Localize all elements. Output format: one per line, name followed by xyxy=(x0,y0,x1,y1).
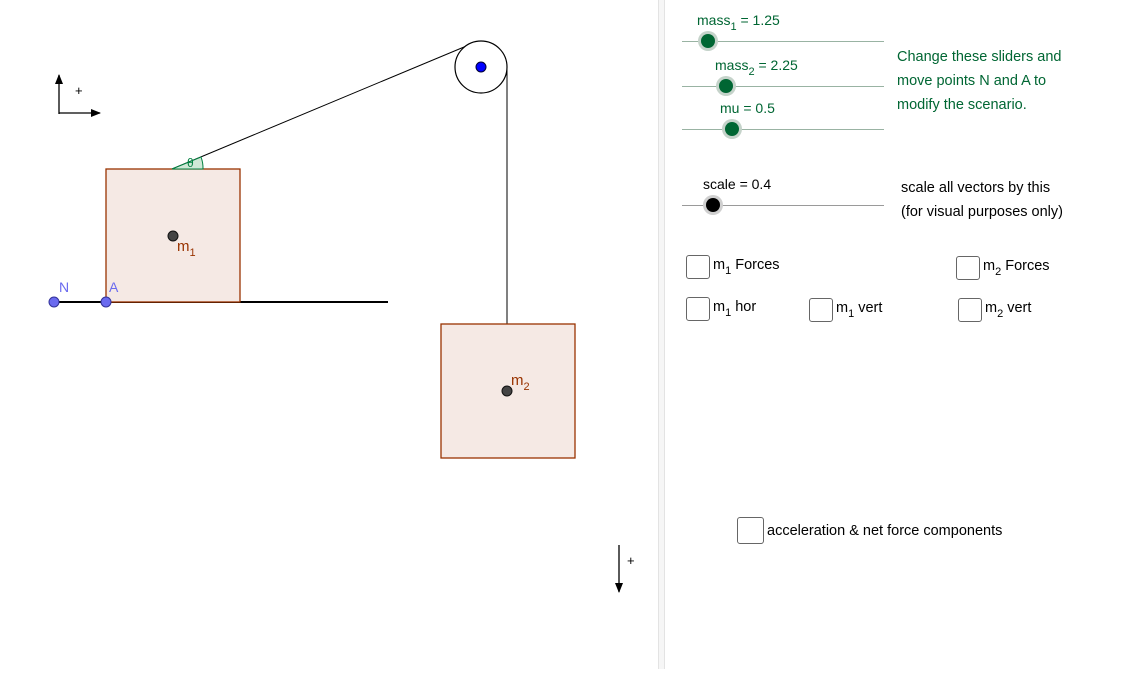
m1-forces-checkbox[interactable]: m1 Forces xyxy=(686,255,780,279)
mass1-slider-label: mass1 = 1.25 xyxy=(697,12,780,33)
m2-forces-checkbox[interactable]: m2 Forces xyxy=(956,256,1050,280)
m2-vert-checkbox-box[interactable] xyxy=(958,298,982,322)
mass2-slider-track[interactable] xyxy=(682,86,884,87)
m1-hor-checkbox-box[interactable] xyxy=(686,297,710,321)
scale-note-text: scale all vectors by this (for visual pu… xyxy=(901,180,1063,220)
m1-hor-checkbox-label: m1 hor xyxy=(713,299,757,319)
mu-slider-track[interactable] xyxy=(682,129,884,130)
m1-vert-checkbox-box[interactable] xyxy=(809,298,833,322)
rope-horizontal xyxy=(171,41,477,170)
m1-vert-checkbox-label: m1 vert xyxy=(836,300,883,320)
m2-forces-checkbox-box[interactable] xyxy=(956,256,980,280)
mass2-slider-knob[interactable] xyxy=(719,79,733,93)
mass2-slider-label: mass2 = 2.25 xyxy=(715,57,798,78)
point-n[interactable] xyxy=(48,296,60,308)
vertical-axis-indicator: + xyxy=(615,545,635,593)
scale-slider-knob[interactable] xyxy=(706,198,720,212)
m2-forces-checkbox-label: m2 Forces xyxy=(983,258,1050,278)
axis-indicator: + xyxy=(55,74,101,117)
m1-forces-checkbox-box[interactable] xyxy=(686,255,710,279)
mu-slider-knob[interactable] xyxy=(725,122,739,136)
m1-vert-checkbox[interactable]: m1 vert xyxy=(809,298,882,322)
acceleration-checkbox-label: acceleration & net force components xyxy=(767,522,1003,539)
m1-forces-checkbox-label: m1 Forces xyxy=(713,257,780,277)
mu-slider-label: mu = 0.5 xyxy=(720,100,775,116)
graphics-view[interactable]: + θ m1 m2 N A + xyxy=(0,0,658,669)
axis-plus-label: + xyxy=(75,83,83,98)
pulley-center-point[interactable] xyxy=(475,61,487,73)
m2-vert-checkbox-label: m2 vert xyxy=(985,300,1032,320)
point-a-label: A xyxy=(109,279,119,295)
angle-theta-label: θ xyxy=(187,156,194,170)
mass1-slider-knob[interactable] xyxy=(701,34,715,48)
point-a[interactable] xyxy=(100,296,112,308)
graphics-canvas[interactable]: + θ m1 m2 N A + xyxy=(0,0,658,669)
m1-hor-checkbox[interactable]: m1 hor xyxy=(686,297,756,321)
scale-slider-label: scale = 0.4 xyxy=(703,176,772,192)
m2-vert-checkbox[interactable]: m2 vert xyxy=(958,298,1031,322)
point-n-label: N xyxy=(59,279,69,295)
axis-bottom-plus-label: + xyxy=(627,553,635,568)
acceleration-checkbox[interactable]: acceleration & net force components xyxy=(737,517,1002,544)
view-splitter[interactable] xyxy=(658,0,666,669)
acceleration-checkbox-box[interactable] xyxy=(737,517,764,544)
instructions-text: Change these sliders and move points N a… xyxy=(897,49,1062,113)
